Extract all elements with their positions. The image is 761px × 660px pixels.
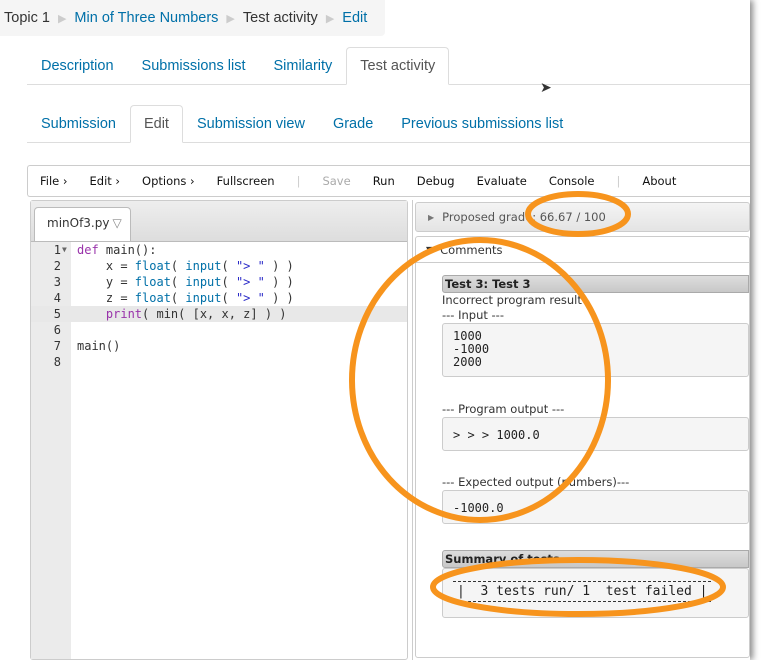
tab-edit[interactable]: Edit bbox=[129, 105, 183, 143]
code-text: x = float( input( "> " ) ) bbox=[77, 259, 294, 273]
test-status: Incorrect program result bbox=[442, 293, 582, 307]
code-line[interactable]: 7 main() bbox=[31, 338, 407, 354]
expand-arrow-icon: ▶ bbox=[428, 212, 435, 222]
tab-submission[interactable]: Submission bbox=[27, 105, 130, 143]
breadcrumb: Topic 1 ▶ Min of Three Numbers ▶ Test ac… bbox=[0, 0, 385, 36]
debug-button[interactable]: Debug bbox=[417, 174, 455, 188]
crumb-separator-icon: ▶ bbox=[226, 12, 235, 25]
result-panel: ▶ Proposed grade: 66.67 / 100 ▼ Comments T… bbox=[412, 200, 750, 660]
tab-submission-view[interactable]: Submission view bbox=[183, 105, 319, 143]
proposed-grade: Proposed grade: 66.67 / 100 bbox=[442, 210, 606, 224]
crumb-activity-link[interactable]: Min of Three Numbers bbox=[74, 10, 218, 26]
expected-label: --- Expected output (numbers)--- bbox=[442, 475, 630, 489]
line-number: 2 bbox=[53, 259, 61, 273]
comments-label: Comments bbox=[440, 242, 503, 257]
line-number: 3 bbox=[53, 275, 61, 289]
code-line[interactable]: 4 z = float( input( "> " ) ) bbox=[31, 290, 407, 306]
output-label: --- Program output --- bbox=[442, 402, 565, 416]
line-number: 1 bbox=[53, 243, 61, 257]
crumb-edit-link[interactable]: Edit bbox=[342, 10, 367, 26]
proposed-grade-header[interactable]: ▶ Proposed grade: 66.67 / 100 bbox=[415, 202, 750, 232]
code-text: print( min( [x, x, z] ) ) bbox=[105, 307, 287, 321]
tab-previous-submissions[interactable]: Previous submissions list bbox=[387, 105, 577, 143]
save-button[interactable]: Save bbox=[322, 174, 350, 188]
code-line[interactable]: 6 bbox=[31, 322, 407, 338]
divider: | bbox=[296, 174, 301, 188]
crumb-separator-icon: ▶ bbox=[325, 12, 335, 25]
dropdown-triangle-icon[interactable]: ▽ bbox=[112, 216, 121, 230]
run-button[interactable]: Run bbox=[373, 174, 395, 188]
code-editor: minOf3.py ▽ 1 ▼ def main(): 2 x = float( inp… bbox=[30, 200, 408, 660]
about-button[interactable]: About bbox=[642, 174, 676, 188]
console-button[interactable]: Console bbox=[549, 174, 595, 188]
evaluate-button[interactable]: Evaluate bbox=[477, 174, 527, 188]
input-box: 1000 -1000 2000 bbox=[442, 323, 749, 377]
code-line[interactable]: 1 ▼ def main(): bbox=[31, 242, 407, 258]
divider: | bbox=[616, 174, 621, 188]
code-line[interactable]: 2 x = float( input( "> " ) ) bbox=[31, 258, 407, 274]
page: Topic 1 ▶ Min of Three Numbers ▶ Test ac… bbox=[0, 0, 750, 660]
mouse-pointer-icon: ➤ bbox=[540, 80, 552, 96]
expected-box: -1000.0 bbox=[442, 490, 749, 524]
code-text: main() bbox=[77, 339, 121, 353]
line-number: 4 bbox=[53, 291, 61, 305]
line-number: 8 bbox=[53, 355, 61, 369]
crumb-test-activity: Test activity bbox=[242, 10, 318, 26]
summary-text: | 3 tests run/ 1 test failed | bbox=[453, 581, 712, 602]
editor-toolbar: File › Edit › Options › Fullscreen | Sav… bbox=[27, 165, 750, 197]
file-tab[interactable]: minOf3.py ▽ bbox=[34, 207, 131, 241]
sub-tabs: Submission Edit Submission view Grade Pr… bbox=[27, 105, 750, 143]
code-line[interactable]: 8 bbox=[31, 354, 407, 370]
code-text: def main(): bbox=[77, 243, 157, 257]
summary-title: Summary of tests bbox=[442, 550, 749, 568]
output-box: > > > 1000.0 bbox=[442, 417, 749, 451]
code-text: z = float( input( "> " ) ) bbox=[77, 291, 294, 305]
fullscreen-button[interactable]: Fullscreen bbox=[217, 174, 275, 188]
tab-grade[interactable]: Grade bbox=[319, 105, 387, 143]
edit-menu[interactable]: Edit › bbox=[90, 174, 121, 188]
file-tabs: minOf3.py ▽ bbox=[31, 201, 407, 242]
code-text: y = float( input( "> " ) ) bbox=[77, 275, 294, 289]
summary-box: | 3 tests run/ 1 test failed | bbox=[442, 568, 749, 618]
comments-section: ▼ Comments Test 3: Test 3 Incorrect progr… bbox=[415, 236, 750, 658]
code-line[interactable]: 5 print( min( [x, x, z] ) ) bbox=[31, 306, 407, 322]
tab-submissions-list[interactable]: Submissions list bbox=[128, 47, 260, 85]
top-tabs: Description Submissions list Similarity … bbox=[27, 47, 750, 85]
input-label: --- Input --- bbox=[442, 308, 504, 322]
crumb-separator-icon: ▶ bbox=[57, 12, 67, 25]
code-line[interactable]: 3 y = float( input( "> " ) ) bbox=[31, 274, 407, 290]
tab-test-activity[interactable]: Test activity bbox=[346, 47, 450, 85]
line-number: 7 bbox=[53, 339, 61, 353]
line-number: 6 bbox=[53, 323, 61, 337]
test-title: Test 3: Test 3 bbox=[442, 275, 749, 293]
file-menu[interactable]: File › bbox=[40, 174, 68, 188]
tab-description[interactable]: Description bbox=[27, 47, 128, 85]
tab-similarity[interactable]: Similarity bbox=[259, 47, 346, 85]
code-area[interactable]: 1 ▼ def main(): 2 x = float( input( "> " ) … bbox=[31, 242, 407, 659]
options-menu[interactable]: Options › bbox=[142, 174, 195, 188]
line-number: 5 bbox=[53, 307, 61, 321]
comments-header[interactable]: ▼ Comments bbox=[416, 237, 749, 263]
file-tab-label: minOf3.py bbox=[47, 216, 110, 230]
crumb-topic: Topic 1 bbox=[4, 10, 50, 26]
collapse-arrow-icon: ▼ bbox=[426, 245, 433, 254]
fold-arrow-icon[interactable]: ▼ bbox=[62, 242, 67, 258]
